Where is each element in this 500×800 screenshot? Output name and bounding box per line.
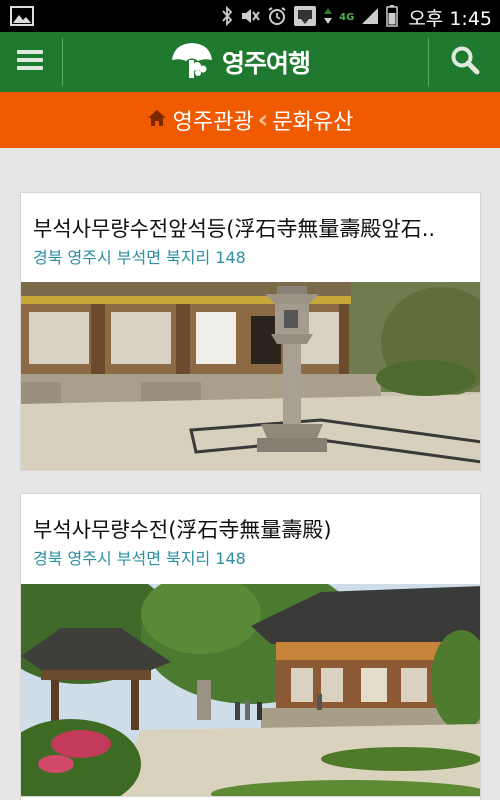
signal-strength-icon	[360, 6, 380, 30]
list-item[interactable]	[20, 796, 481, 800]
item-address: 경북 영주시 부석면 북지리 148	[33, 248, 246, 267]
item-photo	[21, 584, 480, 799]
breadcrumb-current: 문화유산	[272, 110, 354, 135]
item-address: 경북 영주시 부석면 북지리 148	[33, 549, 246, 568]
bluetooth-icon	[221, 5, 233, 30]
list-item[interactable]: 부석사무량수전앞석등(浮石寺無量壽殿앞石.. 경북 영주시 부석면 북지리 14…	[20, 192, 481, 471]
network-type-label: 4G	[339, 11, 355, 23]
divider	[62, 38, 63, 86]
app-logo-text: 영주여행	[222, 49, 311, 78]
item-title: 부석사무량수전(浮石寺無量壽殿)	[33, 518, 332, 542]
menu-button[interactable]	[0, 32, 60, 92]
app-logo[interactable]: 영주여행	[168, 40, 311, 84]
app-header: 영주여행	[0, 32, 500, 92]
divider	[428, 38, 429, 86]
gallery-notification-icon	[10, 6, 34, 30]
download-notification-icon	[293, 5, 317, 31]
status-bar: 4G 오후 1:45	[0, 0, 500, 32]
alarm-icon	[267, 6, 287, 30]
battery-icon	[386, 4, 399, 31]
item-photo	[21, 282, 480, 470]
item-title: 부석사무량수전앞석등(浮石寺無量壽殿앞石..	[33, 217, 436, 241]
breadcrumb: 영주관광 ‹ 문화유산	[0, 92, 500, 148]
hamburger-menu-icon	[17, 49, 43, 75]
clock: 오후 1:45	[408, 8, 492, 30]
breadcrumb-parent[interactable]: 영주관광	[173, 104, 254, 136]
search-icon	[450, 45, 480, 79]
list-item[interactable]: 부석사무량수전(浮石寺無量壽殿) 경북 영주시 부석면 북지리 148	[20, 493, 481, 800]
home-icon[interactable]	[147, 109, 167, 131]
search-button[interactable]	[430, 32, 500, 92]
data-arrows-icon	[323, 6, 333, 30]
mute-icon	[239, 6, 261, 30]
chevron-left-icon: ‹	[257, 105, 269, 135]
tree-logo-icon	[168, 40, 216, 84]
